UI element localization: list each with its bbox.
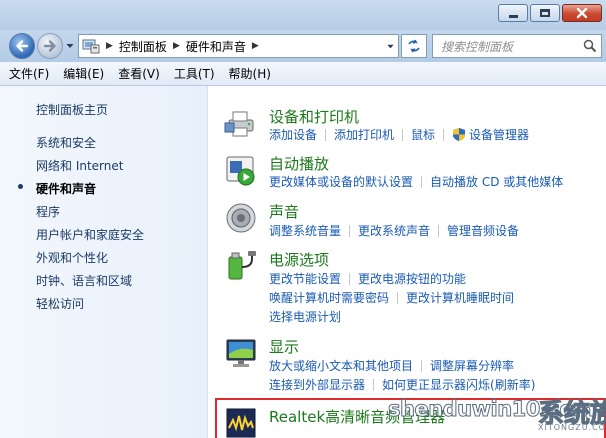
task-link[interactable]: 更改节能设置 xyxy=(269,270,341,287)
divider xyxy=(349,272,351,285)
task-row: 放大或缩小文本和其他项目 调整屏幕分辨率 xyxy=(269,357,514,374)
divider xyxy=(421,359,423,372)
task-row: 调整系统音量 更改系统声音 管理音频设备 xyxy=(269,222,519,239)
task-link[interactable]: 调整系统音量 xyxy=(269,222,341,239)
close-icon xyxy=(576,7,588,19)
window-controls xyxy=(498,4,602,22)
sidebar: 控制面板主页 系统和安全 网络和 Internet 硬件和声音 程序 用户帐户和… xyxy=(0,86,208,438)
task-link[interactable]: 管理音频设备 xyxy=(447,222,519,239)
forward-arrow-icon xyxy=(43,40,56,52)
display-icon xyxy=(226,339,256,367)
task-row: 更改媒体或设备的默认设置 自动播放 CD 或其他媒体 xyxy=(269,173,563,190)
breadcrumb-hardware-sound[interactable]: 硬件和声音 xyxy=(186,38,246,55)
address-bar[interactable]: ▶ 控制面板 ▶ 硬件和声音 ▶ xyxy=(78,34,399,58)
autoplay-icon xyxy=(226,156,255,186)
task-link[interactable]: 如何更正显示器闪烁(刷新率) xyxy=(382,376,535,393)
task-link[interactable]: 设备管理器 xyxy=(469,126,529,143)
menu-tools[interactable]: 工具(T) xyxy=(174,65,215,82)
uac-shield-icon xyxy=(453,128,466,141)
realtek-icon xyxy=(226,408,256,438)
divider xyxy=(349,224,351,237)
category-title[interactable]: 自动播放 xyxy=(269,153,329,174)
refresh-button[interactable] xyxy=(401,34,427,58)
chevron-down-icon xyxy=(387,44,394,48)
task-link[interactable]: 更改系统声音 xyxy=(358,222,430,239)
task-link[interactable]: 连接到外部显示器 xyxy=(269,376,365,393)
breadcrumb-control-panel[interactable]: 控制面板 xyxy=(119,38,167,55)
title-bar xyxy=(0,0,606,30)
address-history-dropdown[interactable] xyxy=(382,35,398,57)
search-icon[interactable] xyxy=(583,39,597,53)
task-row: 选择电源计划 xyxy=(269,308,341,325)
category-title[interactable]: 声音 xyxy=(269,201,299,222)
breadcrumb-separator-icon[interactable]: ▶ xyxy=(252,41,259,51)
address-row: ▶ 控制面板 ▶ 硬件和声音 ▶ 搜索控制面板 xyxy=(0,30,606,62)
close-button[interactable] xyxy=(562,4,602,22)
minimize-button[interactable] xyxy=(498,4,528,22)
sidebar-item-ease-of-access[interactable]: 轻松访问 xyxy=(36,295,84,312)
task-row: 唤醒计算机时需要密码 更改计算机睡眠时间 xyxy=(269,289,514,306)
task-row: 连接到外部显示器 如何更正显示器闪烁(刷新率) xyxy=(269,376,535,393)
refresh-icon xyxy=(408,39,420,53)
category-title[interactable]: 显示 xyxy=(269,336,299,357)
divider xyxy=(325,128,327,141)
task-link[interactable]: 自动播放 CD 或其他媒体 xyxy=(430,173,563,190)
printer-icon xyxy=(224,111,254,137)
task-link[interactable]: 放大或缩小文本和其他项目 xyxy=(269,357,413,374)
sidebar-item-network[interactable]: 网络和 Internet xyxy=(36,157,123,174)
menu-bar: 文件(F) 编辑(E) 查看(V) 工具(T) 帮助(H) xyxy=(0,62,606,86)
task-row: 添加设备 添加打印机 鼠标 设备管理器 xyxy=(269,126,529,143)
sidebar-item-home[interactable]: 控制面板主页 xyxy=(36,101,108,118)
category-title[interactable]: 设备和打印机 xyxy=(269,106,359,127)
divider xyxy=(397,291,399,304)
menu-file[interactable]: 文件(F) xyxy=(9,65,49,82)
minimize-icon xyxy=(508,14,518,18)
forward-button[interactable] xyxy=(37,33,63,59)
speaker-icon xyxy=(226,203,256,233)
power-icon xyxy=(228,251,256,280)
sidebar-item-system-security[interactable]: 系统和安全 xyxy=(36,134,96,151)
maximize-button[interactable] xyxy=(530,4,560,22)
sidebar-item-programs[interactable]: 程序 xyxy=(36,203,60,220)
back-arrow-icon xyxy=(16,40,29,52)
back-button[interactable] xyxy=(9,33,35,59)
task-link[interactable]: 更改媒体或设备的默认设置 xyxy=(269,173,413,190)
sidebar-item-clock-language[interactable]: 时钟、语言和区域 xyxy=(36,272,132,289)
task-link[interactable]: 添加设备 xyxy=(269,126,317,143)
menu-help[interactable]: 帮助(H) xyxy=(229,65,271,82)
divider xyxy=(373,378,375,391)
watermark: shenduwin10.com 系统族 XITONGZU.COM xyxy=(388,393,606,438)
menu-view[interactable]: 查看(V) xyxy=(118,65,160,82)
divider xyxy=(443,128,445,141)
search-placeholder: 搜索控制面板 xyxy=(441,39,514,54)
task-link[interactable]: 调整屏幕分辨率 xyxy=(430,357,514,374)
sidebar-item-appearance[interactable]: 外观和个性化 xyxy=(36,249,108,266)
search-input[interactable]: 搜索控制面板 xyxy=(432,34,602,58)
task-link[interactable]: 更改电源按钮的功能 xyxy=(358,270,466,287)
breadcrumb-separator-icon[interactable]: ▶ xyxy=(173,41,180,51)
current-item-bullet-icon xyxy=(18,184,23,189)
task-link[interactable]: 选择电源计划 xyxy=(269,308,341,325)
task-link[interactable]: 更改计算机睡眠时间 xyxy=(406,289,514,306)
menu-edit[interactable]: 编辑(E) xyxy=(63,65,104,82)
divider xyxy=(438,224,440,237)
breadcrumb-separator-icon[interactable]: ▶ xyxy=(106,41,113,51)
sidebar-item-user-accounts[interactable]: 用户帐户和家庭安全 xyxy=(36,226,144,243)
sidebar-item-hardware-sound[interactable]: 硬件和声音 xyxy=(36,180,96,197)
divider xyxy=(421,175,423,188)
main-content: 设备和打印机 添加设备 添加打印机 鼠标 设备管理器 自动播放 更改媒体或设备的… xyxy=(209,86,606,438)
control-panel-icon xyxy=(82,39,100,54)
task-row: 更改节能设置 更改电源按钮的功能 xyxy=(269,270,466,287)
task-link[interactable]: 鼠标 xyxy=(411,126,435,143)
divider xyxy=(402,128,404,141)
recent-pages-dropdown-icon[interactable] xyxy=(65,41,75,51)
maximize-icon xyxy=(540,9,550,17)
category-title[interactable]: 电源选项 xyxy=(269,249,329,270)
watermark-subtext: XITONGZU.COM xyxy=(538,423,606,432)
task-link[interactable]: 唤醒计算机时需要密码 xyxy=(269,289,389,306)
task-link[interactable]: 添加打印机 xyxy=(334,126,394,143)
